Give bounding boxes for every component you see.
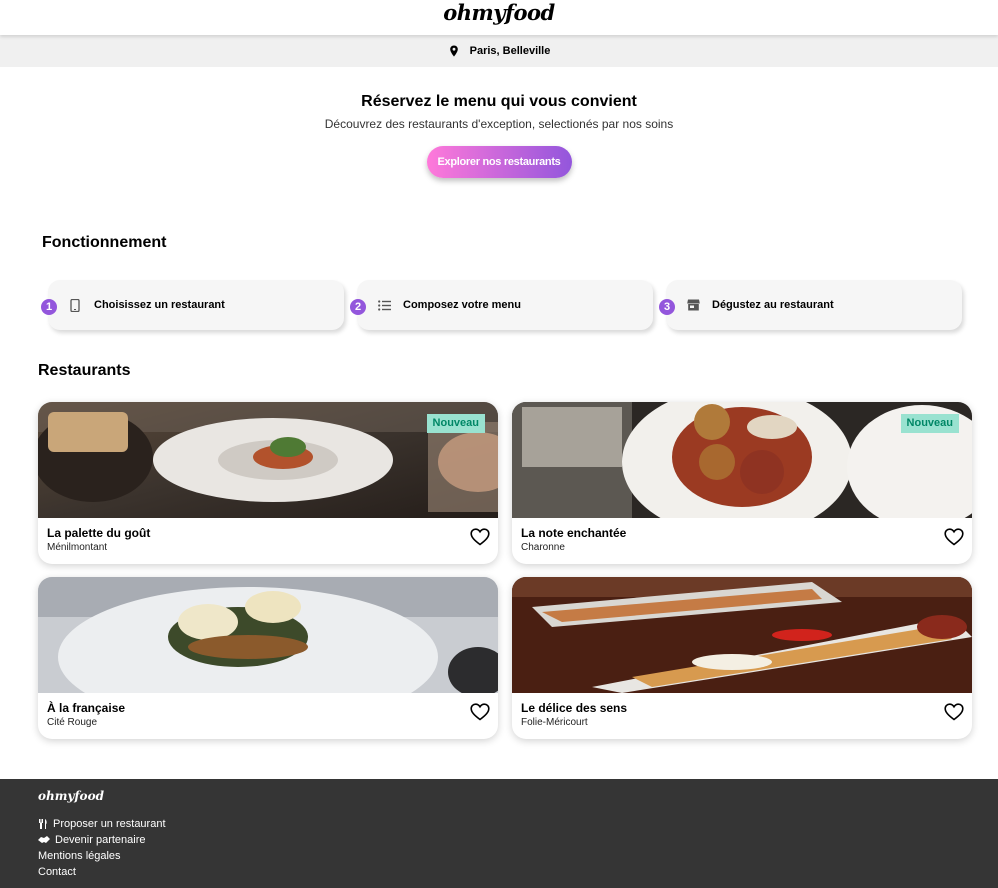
footer-link-legal[interactable]: Mentions légales (38, 848, 166, 864)
list-icon (377, 298, 391, 312)
restaurant-area: Charonne (521, 542, 565, 553)
restaurants-title: Restaurants (38, 362, 131, 379)
step-choose-restaurant: 1 Choisissez un restaurant (41, 280, 344, 330)
restaurant-area: Cité Rouge (47, 717, 98, 728)
footer-link-label: Contact (38, 866, 76, 878)
step-label: Choisissez un restaurant (94, 299, 225, 311)
restaurant-card[interactable]: Le délice des sens Folie-Méricourt (512, 577, 972, 739)
restaurant-name: La palette du goût (47, 526, 151, 540)
explore-restaurants-button[interactable]: Explorer nos restaurants (426, 146, 572, 178)
footer-links: Proposer un restaurant Devenir partenair… (38, 816, 166, 880)
heart-icon[interactable] (470, 703, 490, 721)
how-it-works-title: Fonctionnement (42, 234, 167, 251)
site-footer: ohmyfood Proposer un restaurant Devenir … (0, 779, 998, 888)
footer-logo[interactable]: ohmyfood (38, 789, 104, 803)
heart-icon[interactable] (944, 528, 964, 546)
footer-link-label: Devenir partenaire (55, 834, 146, 846)
utensils-icon (39, 819, 47, 829)
step-enjoy-restaurant: 3 Dégustez au restaurant (659, 280, 962, 330)
location-pin-icon (449, 45, 458, 57)
restaurant-photo (512, 577, 972, 693)
footer-link-label: Mentions légales (38, 850, 121, 862)
restaurant-card[interactable]: À la française Cité Rouge (38, 577, 498, 739)
location-bar: Paris, Belleville (0, 35, 998, 67)
heart-icon[interactable] (944, 703, 964, 721)
footer-link-propose-restaurant[interactable]: Proposer un restaurant (38, 816, 166, 832)
site-header: ohmyfood (0, 0, 998, 35)
step-label: Composez votre menu (403, 299, 521, 311)
handshake-icon (38, 836, 50, 843)
step-number: 1 (41, 299, 57, 315)
restaurant-name: La note enchantée (521, 526, 627, 540)
restaurant-name: Le délice des sens (521, 701, 628, 715)
footer-link-become-partner[interactable]: Devenir partenaire (38, 832, 166, 848)
step-label: Dégustez au restaurant (712, 299, 834, 311)
new-badge: Nouveau (900, 414, 959, 433)
step-number: 2 (350, 299, 366, 315)
mobile-phone-icon (68, 298, 82, 312)
restaurant-photo (38, 577, 498, 693)
hero-section: Réservez le menu qui vous convient Décou… (0, 92, 998, 178)
new-badge: Nouveau (426, 414, 485, 433)
logo[interactable]: ohmyfood (443, 0, 555, 26)
restaurant-card[interactable]: Nouveau La palette du goût Ménilmontant (38, 402, 498, 564)
step-compose-menu: 2 Composez votre menu (350, 280, 653, 330)
store-icon (686, 298, 700, 312)
restaurant-name: À la française (47, 701, 126, 715)
footer-link-contact[interactable]: Contact (38, 864, 166, 880)
step-number: 3 (659, 299, 675, 315)
hero-title: Réservez le menu qui vous convient (361, 93, 637, 110)
restaurant-area: Ménilmontant (47, 542, 108, 553)
hero-subtitle: Découvrez des restaurants d'exception, s… (324, 117, 674, 131)
location-text: Paris, Belleville (469, 45, 551, 57)
footer-link-label: Proposer un restaurant (53, 818, 166, 830)
heart-icon[interactable] (470, 528, 490, 546)
restaurant-card[interactable]: Nouveau La note enchantée Charonne (512, 402, 972, 564)
restaurant-area: Folie-Méricourt (521, 717, 588, 728)
